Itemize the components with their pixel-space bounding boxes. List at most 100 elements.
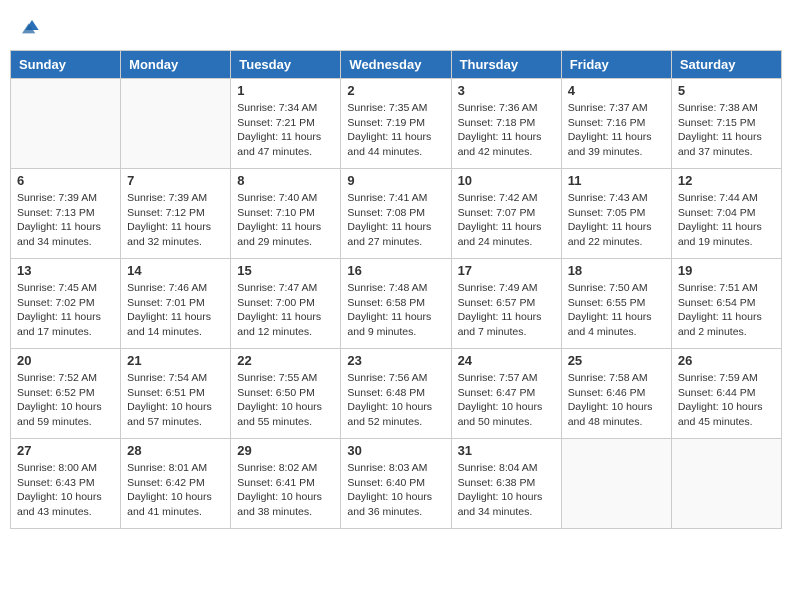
calendar-cell: 13 Sunrise: 7:45 AM Sunset: 7:02 PM Dayli…: [11, 259, 121, 349]
week-row-2: 6 Sunrise: 7:39 AM Sunset: 7:13 PM Daylig…: [11, 169, 782, 259]
day-number: 6: [17, 173, 114, 188]
day-info: Sunrise: 7:50 AM Sunset: 6:55 PM Dayligh…: [568, 281, 665, 340]
calendar-cell: 26 Sunrise: 7:59 AM Sunset: 6:44 PM Dayli…: [671, 349, 781, 439]
calendar-cell: 3 Sunrise: 7:36 AM Sunset: 7:18 PM Daylig…: [451, 79, 561, 169]
day-number: 26: [678, 353, 775, 368]
calendar-cell: [121, 79, 231, 169]
calendar-cell: 28 Sunrise: 8:01 AM Sunset: 6:42 PM Dayli…: [121, 439, 231, 529]
calendar-cell: 18 Sunrise: 7:50 AM Sunset: 6:55 PM Dayli…: [561, 259, 671, 349]
calendar-cell: 29 Sunrise: 8:02 AM Sunset: 6:41 PM Dayli…: [231, 439, 341, 529]
weekday-header-saturday: Saturday: [671, 51, 781, 79]
calendar-cell: 22 Sunrise: 7:55 AM Sunset: 6:50 PM Dayli…: [231, 349, 341, 439]
day-number: 21: [127, 353, 224, 368]
calendar-cell: 9Sunrise: 7:41 AM Sunset: 7:08 PM Daylig…: [341, 169, 451, 259]
day-info: Sunrise: 7:59 AM Sunset: 6:44 PM Dayligh…: [678, 371, 775, 430]
day-number: 24: [458, 353, 555, 368]
day-info: Sunrise: 8:01 AM Sunset: 6:42 PM Dayligh…: [127, 461, 224, 520]
calendar-cell: 1 Sunrise: 7:34 AM Sunset: 7:21 PM Daylig…: [231, 79, 341, 169]
calendar-cell: 10 Sunrise: 7:42 AM Sunset: 7:07 PM Dayli…: [451, 169, 561, 259]
day-info: Sunrise: 7:56 AM Sunset: 6:48 PM Dayligh…: [347, 371, 444, 430]
week-row-1: 1 Sunrise: 7:34 AM Sunset: 7:21 PM Daylig…: [11, 79, 782, 169]
day-info: Sunrise: 8:04 AM Sunset: 6:38 PM Dayligh…: [458, 461, 555, 520]
day-info: Sunrise: 7:44 AM Sunset: 7:04 PM Dayligh…: [678, 191, 775, 250]
day-number: 11: [568, 173, 665, 188]
day-number: 2: [347, 83, 444, 98]
day-info: Sunrise: 7:39 AM Sunset: 7:13 PM Dayligh…: [17, 191, 114, 250]
calendar-cell: 12Sunrise: 7:44 AM Sunset: 7:04 PM Dayli…: [671, 169, 781, 259]
weekday-header-monday: Monday: [121, 51, 231, 79]
day-info: Sunrise: 7:43 AM Sunset: 7:05 PM Dayligh…: [568, 191, 665, 250]
day-info: Sunrise: 7:55 AM Sunset: 6:50 PM Dayligh…: [237, 371, 334, 430]
page-header: [10, 10, 782, 40]
day-info: Sunrise: 7:49 AM Sunset: 6:57 PM Dayligh…: [458, 281, 555, 340]
day-info: Sunrise: 7:38 AM Sunset: 7:15 PM Dayligh…: [678, 101, 775, 160]
day-info: Sunrise: 7:36 AM Sunset: 7:18 PM Dayligh…: [458, 101, 555, 160]
day-number: 13: [17, 263, 114, 278]
day-number: 8: [237, 173, 334, 188]
day-number: 17: [458, 263, 555, 278]
day-number: 4: [568, 83, 665, 98]
calendar-cell: 25Sunrise: 7:58 AM Sunset: 6:46 PM Dayli…: [561, 349, 671, 439]
weekday-header-row: SundayMondayTuesdayWednesdayThursdayFrid…: [11, 51, 782, 79]
calendar-cell: 23 Sunrise: 7:56 AM Sunset: 6:48 PM Dayli…: [341, 349, 451, 439]
logo: [20, 15, 42, 35]
calendar-cell: 11 Sunrise: 7:43 AM Sunset: 7:05 PM Dayli…: [561, 169, 671, 259]
day-number: 14: [127, 263, 224, 278]
day-number: 1: [237, 83, 334, 98]
calendar-cell: 5 Sunrise: 7:38 AM Sunset: 7:15 PM Daylig…: [671, 79, 781, 169]
calendar-cell: 6 Sunrise: 7:39 AM Sunset: 7:13 PM Daylig…: [11, 169, 121, 259]
calendar-cell: 14 Sunrise: 7:46 AM Sunset: 7:01 PM Dayli…: [121, 259, 231, 349]
day-info: Sunrise: 7:41 AM Sunset: 7:08 PM Dayligh…: [347, 191, 444, 250]
calendar-cell: 4Sunrise: 7:37 AM Sunset: 7:16 PM Daylig…: [561, 79, 671, 169]
week-row-4: 20Sunrise: 7:52 AM Sunset: 6:52 PM Dayli…: [11, 349, 782, 439]
day-info: Sunrise: 7:35 AM Sunset: 7:19 PM Dayligh…: [347, 101, 444, 160]
calendar-cell: 2 Sunrise: 7:35 AM Sunset: 7:19 PM Daylig…: [341, 79, 451, 169]
day-info: Sunrise: 7:34 AM Sunset: 7:21 PM Dayligh…: [237, 101, 334, 160]
calendar-cell: 16Sunrise: 7:48 AM Sunset: 6:58 PM Dayli…: [341, 259, 451, 349]
day-number: 3: [458, 83, 555, 98]
day-info: Sunrise: 7:42 AM Sunset: 7:07 PM Dayligh…: [458, 191, 555, 250]
calendar-cell: 7 Sunrise: 7:39 AM Sunset: 7:12 PM Daylig…: [121, 169, 231, 259]
day-info: Sunrise: 8:02 AM Sunset: 6:41 PM Dayligh…: [237, 461, 334, 520]
weekday-header-friday: Friday: [561, 51, 671, 79]
week-row-5: 27Sunrise: 8:00 AM Sunset: 6:43 PM Dayli…: [11, 439, 782, 529]
weekday-header-sunday: Sunday: [11, 51, 121, 79]
logo-icon: [22, 15, 42, 35]
calendar-cell: 27Sunrise: 8:00 AM Sunset: 6:43 PM Dayli…: [11, 439, 121, 529]
calendar-cell: 30 Sunrise: 8:03 AM Sunset: 6:40 PM Dayli…: [341, 439, 451, 529]
day-info: Sunrise: 7:47 AM Sunset: 7:00 PM Dayligh…: [237, 281, 334, 340]
calendar-cell: 15 Sunrise: 7:47 AM Sunset: 7:00 PM Dayli…: [231, 259, 341, 349]
day-info: Sunrise: 7:45 AM Sunset: 7:02 PM Dayligh…: [17, 281, 114, 340]
weekday-header-wednesday: Wednesday: [341, 51, 451, 79]
day-number: 15: [237, 263, 334, 278]
day-info: Sunrise: 8:03 AM Sunset: 6:40 PM Dayligh…: [347, 461, 444, 520]
day-info: Sunrise: 7:46 AM Sunset: 7:01 PM Dayligh…: [127, 281, 224, 340]
day-info: Sunrise: 7:52 AM Sunset: 6:52 PM Dayligh…: [17, 371, 114, 430]
day-info: Sunrise: 7:39 AM Sunset: 7:12 PM Dayligh…: [127, 191, 224, 250]
day-number: 29: [237, 443, 334, 458]
week-row-3: 13 Sunrise: 7:45 AM Sunset: 7:02 PM Dayli…: [11, 259, 782, 349]
day-number: 23: [347, 353, 444, 368]
day-number: 5: [678, 83, 775, 98]
day-number: 19: [678, 263, 775, 278]
calendar-cell: 24 Sunrise: 7:57 AM Sunset: 6:47 PM Dayli…: [451, 349, 561, 439]
day-number: 30: [347, 443, 444, 458]
weekday-header-tuesday: Tuesday: [231, 51, 341, 79]
calendar-cell: [11, 79, 121, 169]
day-number: 7: [127, 173, 224, 188]
day-number: 28: [127, 443, 224, 458]
day-number: 18: [568, 263, 665, 278]
day-info: Sunrise: 7:54 AM Sunset: 6:51 PM Dayligh…: [127, 371, 224, 430]
day-number: 22: [237, 353, 334, 368]
calendar-cell: 17 Sunrise: 7:49 AM Sunset: 6:57 PM Dayli…: [451, 259, 561, 349]
calendar-cell: [561, 439, 671, 529]
day-number: 10: [458, 173, 555, 188]
day-info: Sunrise: 7:57 AM Sunset: 6:47 PM Dayligh…: [458, 371, 555, 430]
day-info: Sunrise: 7:58 AM Sunset: 6:46 PM Dayligh…: [568, 371, 665, 430]
day-number: 31: [458, 443, 555, 458]
calendar-cell: [671, 439, 781, 529]
calendar-cell: 19Sunrise: 7:51 AM Sunset: 6:54 PM Dayli…: [671, 259, 781, 349]
day-number: 16: [347, 263, 444, 278]
calendar-cell: 21 Sunrise: 7:54 AM Sunset: 6:51 PM Dayli…: [121, 349, 231, 439]
calendar-cell: 8Sunrise: 7:40 AM Sunset: 7:10 PM Daylig…: [231, 169, 341, 259]
